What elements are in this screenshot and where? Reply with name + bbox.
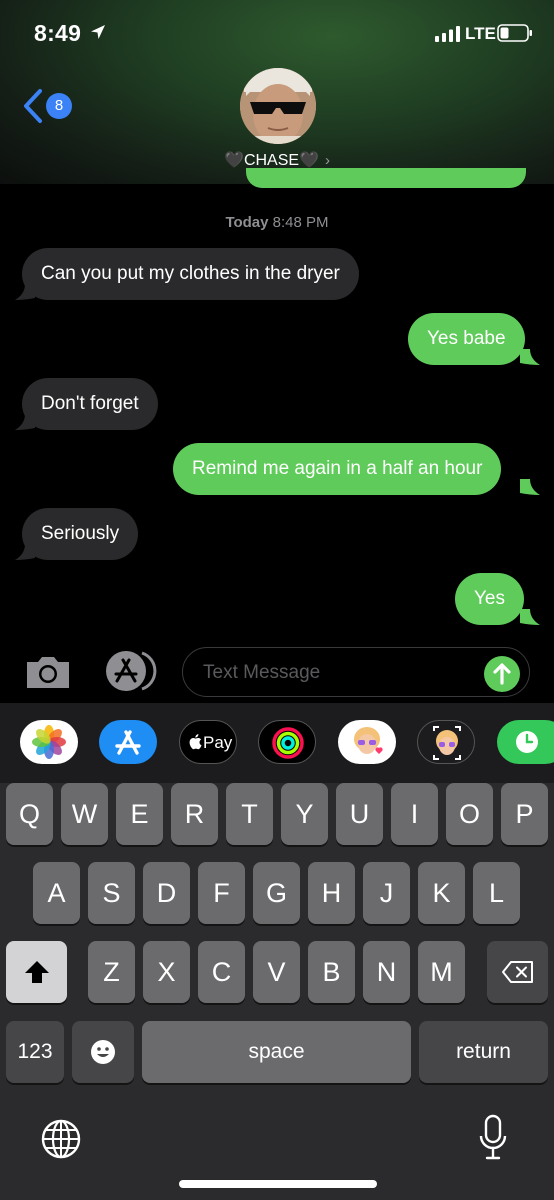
photos-app-button[interactable] (20, 720, 78, 764)
key-t[interactable]: T (226, 783, 273, 845)
key-j[interactable]: J (363, 862, 410, 924)
shift-key[interactable] (6, 941, 67, 1003)
signal-icon (435, 26, 460, 42)
key-x[interactable]: X (143, 941, 190, 1003)
message-bubble-incoming[interactable]: Don't forget (22, 378, 158, 430)
message-bubble-incoming[interactable]: Seriously (22, 508, 139, 560)
key-q[interactable]: Q (6, 783, 53, 845)
bubble-tail (520, 349, 540, 365)
key-v[interactable]: V (253, 941, 300, 1003)
delete-backspace-icon (501, 961, 533, 983)
animoji-app-button[interactable] (417, 720, 475, 764)
conversation-header: 8:49 LTE 8 🖤CHASE🖤 › (0, 0, 554, 184)
key-l[interactable]: L (473, 862, 520, 924)
location-arrow-icon (91, 25, 105, 39)
conversation-timestamp: Today 8:48 PM (0, 214, 554, 231)
send-button[interactable] (484, 656, 520, 692)
arrow-up-icon (493, 663, 511, 685)
camera-icon[interactable] (24, 654, 72, 690)
bubble-tail (15, 284, 35, 300)
key-n[interactable]: N (363, 941, 410, 1003)
message-bubble-outgoing[interactable]: Remind me again in a half an hour (173, 443, 502, 495)
photos-icon (32, 725, 66, 759)
globe-icon[interactable] (40, 1118, 82, 1160)
key-c[interactable]: C (198, 941, 245, 1003)
return-key[interactable]: return (419, 1021, 548, 1083)
shift-arrow-icon (24, 961, 49, 983)
activity-icon (272, 727, 304, 759)
message-input[interactable]: Text Message (182, 647, 530, 697)
key-o[interactable]: O (446, 783, 493, 845)
bubble-tail (520, 609, 540, 625)
key-a[interactable]: A (33, 862, 80, 924)
chevron-right-icon: › (324, 152, 330, 169)
emoji-smiley-icon (91, 1040, 115, 1064)
network-type: LTE (465, 24, 496, 43)
contact-photo-icon (240, 68, 316, 144)
screen-time-app-button[interactable] (497, 720, 554, 764)
key-w[interactable]: W (61, 783, 108, 845)
contact-name: 🖤CHASE🖤 (224, 152, 319, 169)
message-bubble-outgoing[interactable]: Yes (455, 573, 524, 625)
delete-key[interactable] (487, 941, 548, 1003)
screen-time-icon (516, 731, 538, 753)
key-s[interactable]: S (88, 862, 135, 924)
emoji-key[interactable] (72, 1021, 134, 1083)
key-d[interactable]: D (143, 862, 190, 924)
numbers-key[interactable]: 123 (6, 1021, 64, 1083)
apple-pay-label: Pay (203, 733, 233, 752)
space-key[interactable]: space (142, 1021, 411, 1083)
key-e[interactable]: E (116, 783, 163, 845)
app-store-button-icon[interactable] (102, 650, 158, 692)
app-store-app-button[interactable] (99, 720, 157, 764)
key-m[interactable]: M (418, 941, 465, 1003)
key-y[interactable]: Y (281, 783, 328, 845)
timestamp-day: Today (225, 214, 269, 231)
app-store-icon (115, 730, 141, 755)
key-r[interactable]: R (171, 783, 218, 845)
status-time: 8:49 (34, 20, 82, 46)
activity-app-button[interactable] (258, 720, 316, 764)
key-i[interactable]: I (391, 783, 438, 845)
apple-pay-app-button[interactable]: Pay (179, 720, 237, 764)
memoji-stickers-app-button[interactable] (338, 720, 396, 764)
message-input-placeholder: Text Message (203, 662, 321, 683)
key-b[interactable]: B (308, 941, 355, 1003)
bubble-tail (15, 414, 35, 430)
contact-avatar[interactable] (240, 68, 316, 144)
home-indicator[interactable] (179, 1180, 377, 1188)
key-z[interactable]: Z (88, 941, 135, 1003)
battery-icon (497, 24, 532, 42)
key-f[interactable]: F (198, 862, 245, 924)
key-k[interactable]: K (418, 862, 465, 924)
unread-count-badge[interactable]: 8 (46, 93, 72, 119)
animoji-icon (433, 726, 461, 760)
message-bubble-outgoing[interactable]: Yes babe (408, 313, 525, 365)
timestamp-time: 8:48 PM (272, 214, 329, 231)
apple-logo-icon (189, 734, 202, 750)
back-chevron-icon[interactable] (20, 88, 46, 124)
bubble-tail (520, 479, 540, 495)
microphone-icon[interactable] (478, 1114, 508, 1162)
key-p[interactable]: P (501, 783, 548, 845)
contact-name-row[interactable]: 🖤CHASE🖤 › (0, 150, 554, 170)
message-bubble-incoming[interactable]: Can you put my clothes in the dryer (22, 248, 359, 300)
key-h[interactable]: H (308, 862, 355, 924)
key-g[interactable]: G (253, 862, 300, 924)
key-u[interactable]: U (336, 783, 383, 845)
memoji-stickers-icon (354, 727, 383, 754)
bubble-tail (15, 544, 35, 560)
previous-message-bubble[interactable] (246, 168, 526, 188)
